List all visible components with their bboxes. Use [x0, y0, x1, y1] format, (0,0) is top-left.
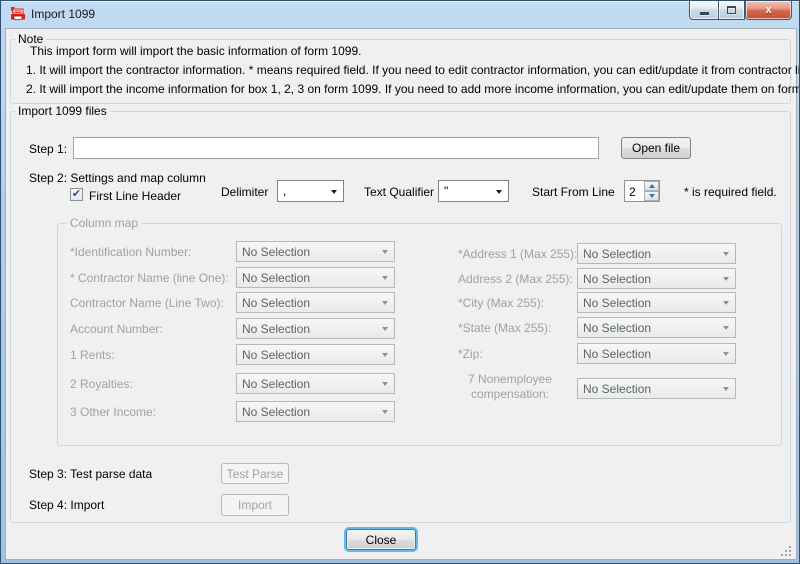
up-arrow-icon	[649, 184, 655, 188]
column-map-row: *Zip: No Selection	[1, 343, 782, 364]
window-title: Import 1099	[31, 7, 95, 21]
maximize-button[interactable]	[718, 1, 745, 20]
note-line-2: 1. It will import the contractor informa…	[26, 63, 800, 77]
column-map-dropdown[interactable]: No Selection	[577, 243, 736, 264]
column-map-row: *City (Max 255): No Selection	[1, 292, 782, 313]
column-map-dropdown[interactable]: No Selection	[577, 378, 736, 399]
spinner-up-button[interactable]	[644, 181, 659, 191]
dropdown-value: No Selection	[583, 321, 651, 335]
chevron-down-icon	[723, 252, 729, 256]
field-label: *State (Max 255):	[458, 321, 551, 335]
step2-label: Step 2: Settings and map column	[29, 171, 206, 185]
field-label: *Address 1 (Max 255):	[458, 247, 577, 261]
dropdown-value: No Selection	[583, 272, 651, 286]
chevron-down-icon	[382, 410, 388, 414]
spinner-down-button[interactable]	[644, 191, 659, 201]
step1-label: Step 1:	[29, 142, 67, 156]
text-qualifier-dropdown[interactable]: "	[438, 180, 509, 202]
delimiter-label: Delimiter	[221, 185, 268, 199]
start-from-line-label: Start From Line	[532, 185, 615, 199]
note-line-3: 2. It will import the income information…	[26, 82, 800, 96]
field-label: *Zip:	[458, 347, 483, 361]
start-from-line-spinner[interactable]: 2	[624, 180, 660, 202]
open-file-button[interactable]: Open file	[621, 137, 691, 159]
app-icon	[10, 6, 26, 22]
column-map-row: 3 Other Income: No Selection	[1, 401, 782, 422]
close-button[interactable]: Close	[346, 529, 416, 550]
column-map-dropdown[interactable]: No Selection	[577, 343, 736, 364]
field-label: 3 Other Income:	[70, 405, 156, 419]
field-label: Address 2 (Max 255):	[458, 272, 573, 286]
test-parse-button[interactable]: Test Parse	[221, 463, 289, 484]
step4-label: Step 4: Import	[29, 498, 104, 512]
text-qualifier-label: Text Qualifier	[364, 185, 434, 199]
field-label: *City (Max 255):	[458, 296, 544, 310]
first-line-header-label[interactable]: First Line Header	[89, 189, 181, 203]
chevron-down-icon	[723, 326, 729, 330]
dropdown-value: No Selection	[242, 405, 310, 419]
minimize-button[interactable]	[689, 1, 718, 20]
chevron-down-icon	[723, 387, 729, 391]
dropdown-value: No Selection	[583, 247, 651, 261]
chevron-down-icon	[331, 190, 337, 194]
step3-label: Step 3: Test parse data	[29, 467, 152, 481]
column-map-dropdown[interactable]: No Selection	[577, 317, 736, 338]
column-map-row: *Address 1 (Max 255): No Selection	[1, 243, 782, 264]
column-map-row: Address 2 (Max 255): No Selection	[1, 268, 782, 289]
chevron-down-icon	[723, 352, 729, 356]
field-label: 7 Nonemployee compensation:	[458, 372, 562, 402]
column-map-row: *State (Max 255): No Selection	[1, 317, 782, 338]
check-icon: ✔	[72, 189, 81, 200]
column-map-dropdown[interactable]: No Selection	[577, 292, 736, 313]
close-icon: x	[765, 2, 771, 19]
chevron-down-icon	[723, 301, 729, 305]
column-map-dropdown[interactable]: No Selection	[236, 401, 395, 422]
column-map-dropdown[interactable]: No Selection	[577, 268, 736, 289]
spinner-buttons	[644, 181, 659, 201]
import-1099-window: Import 1099 x Note This import form will…	[0, 0, 800, 564]
caption-buttons: x	[689, 1, 792, 20]
required-field-note: * is required field.	[684, 185, 777, 199]
delimiter-value: ,	[283, 184, 286, 198]
close-window-button[interactable]: x	[745, 1, 792, 20]
chevron-down-icon	[496, 190, 502, 194]
note-line-1: This import form will import the basic i…	[30, 44, 361, 58]
column-map-row: 7 Nonemployee compensation: No Selection	[1, 378, 782, 399]
import-button[interactable]: Import	[221, 494, 289, 516]
chevron-down-icon	[723, 277, 729, 281]
dropdown-value: No Selection	[583, 296, 651, 310]
column-map-title: Column map	[67, 216, 141, 230]
maximize-icon	[727, 6, 736, 14]
minimize-icon	[700, 12, 709, 15]
delimiter-dropdown[interactable]: ,	[277, 180, 344, 202]
dropdown-value: No Selection	[583, 347, 651, 361]
import-group-title: Import 1099 files	[15, 104, 110, 118]
resize-grip[interactable]	[781, 546, 793, 558]
file-path-input[interactable]	[73, 137, 599, 159]
first-line-header-checkbox[interactable]: ✔	[70, 188, 83, 201]
text-qualifier-value: "	[444, 184, 448, 198]
dropdown-value: No Selection	[583, 382, 651, 396]
titlebar[interactable]: Import 1099 x	[1, 1, 799, 28]
down-arrow-icon	[649, 194, 655, 198]
start-from-line-value: 2	[629, 185, 636, 199]
